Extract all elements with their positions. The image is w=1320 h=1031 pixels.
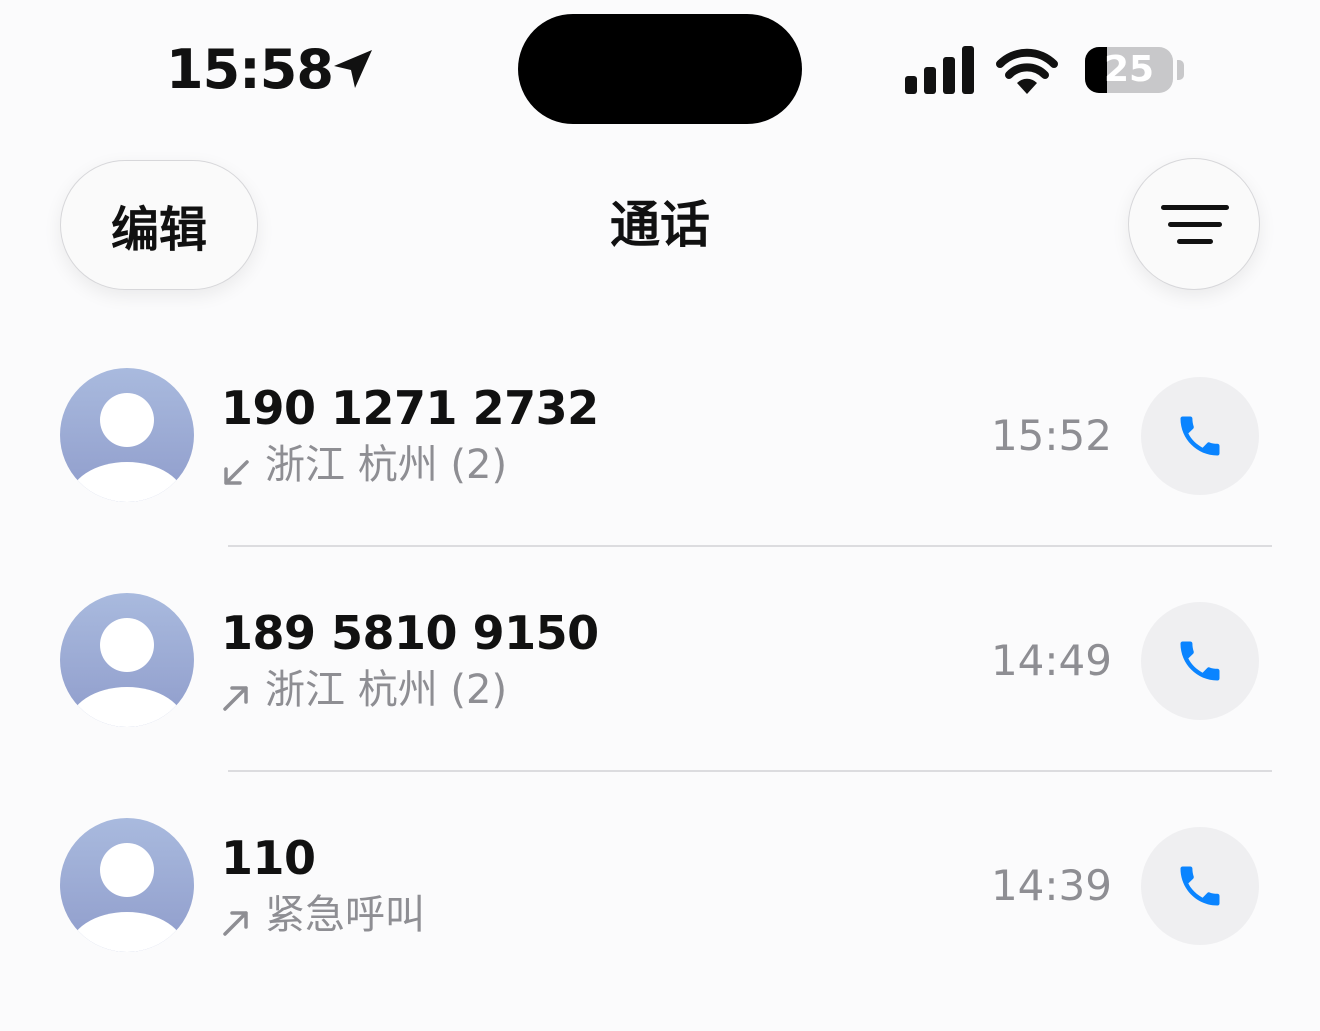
battery-cap [1177,60,1184,80]
call-detail: 紧急呼叫 [221,890,425,940]
call-number: 190 1271 2732 [221,381,599,435]
page-title: 通话 [610,196,710,254]
call-back-button[interactable] [1141,377,1259,495]
arrow-up-right-icon [221,900,251,936]
call-row[interactable]: 110 紧急呼叫 14:39 [0,806,1320,1031]
filter-button[interactable] [1128,158,1260,290]
filter-lines-icon [1161,205,1229,244]
arrow-up-right-icon [221,675,251,711]
call-time: 14:49 [990,636,1112,685]
avatar [60,368,194,502]
call-location: 浙江 杭州 (2) [265,667,508,713]
call-row[interactable]: 189 5810 9150 浙江 杭州 (2) 14:49 [0,581,1320,806]
call-number: 189 5810 9150 [221,606,599,660]
call-back-button[interactable] [1141,827,1259,945]
call-location: 紧急呼叫 [265,892,425,938]
call-time: 15:52 [990,411,1112,460]
row-divider [228,770,1272,772]
dynamic-island [518,14,802,124]
status-time: 15:58 [166,38,334,101]
call-row[interactable]: 190 1271 2732 浙江 杭州 (2) 15:52 [0,356,1320,581]
wifi-icon [996,48,1058,94]
battery-percentage: 25 [1103,49,1155,90]
battery-icon: 25 [1085,47,1173,93]
location-arrow-icon [334,50,372,88]
call-detail: 浙江 杭州 (2) [221,665,507,715]
arrow-down-left-icon [221,450,251,485]
call-number: 110 [221,831,316,885]
avatar [60,818,194,952]
call-back-button[interactable] [1141,602,1259,720]
call-detail: 浙江 杭州 (2) [221,440,507,490]
row-divider [228,545,1272,547]
avatar [60,593,194,727]
call-location: 浙江 杭州 (2) [265,442,508,488]
edit-button[interactable]: 编辑 [60,160,258,290]
cellular-signal-icon [905,46,974,94]
call-time: 14:39 [990,861,1112,910]
